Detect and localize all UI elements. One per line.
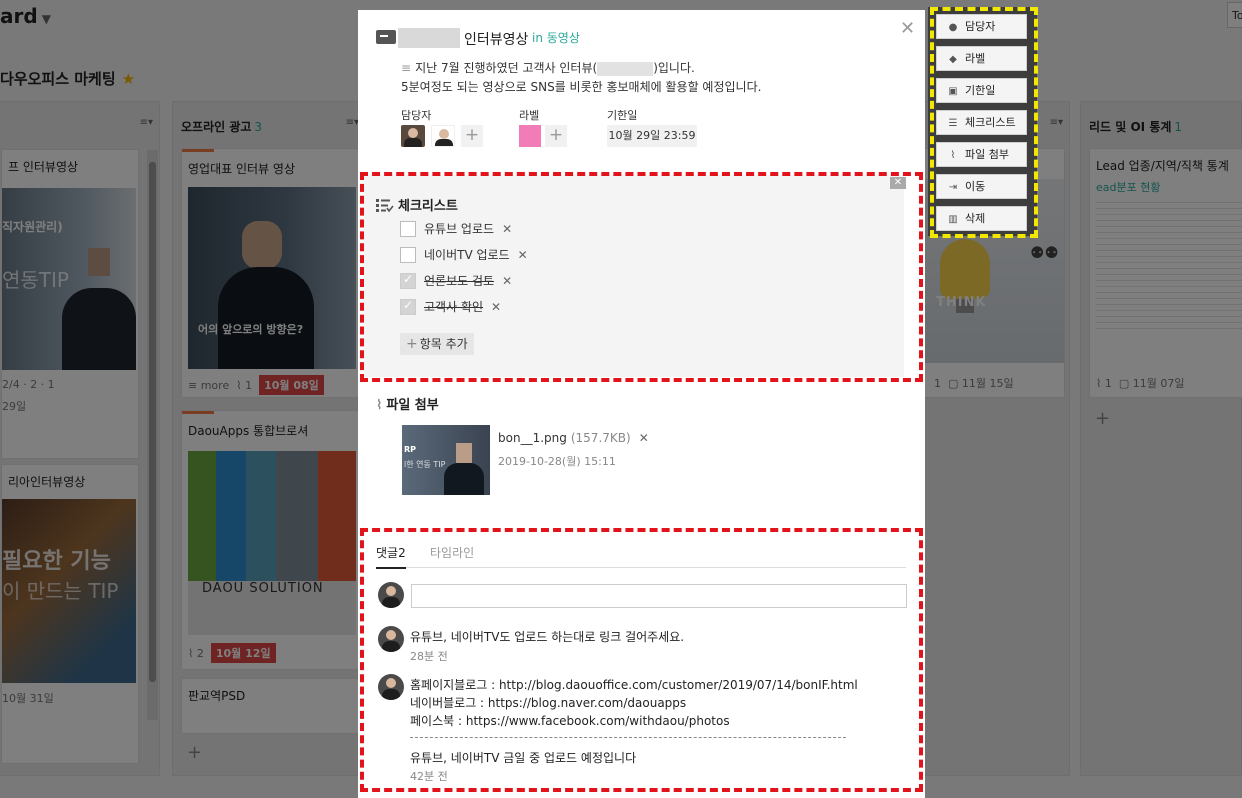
attachment-date: 2019-10-28(월) 15:11 (498, 455, 616, 468)
assignee-label: 담당자 (401, 109, 432, 122)
add-label-button[interactable]: + (545, 125, 567, 147)
description-icon: ≡ (401, 61, 412, 75)
attachment-thumbnail[interactable]: RP l한 연동 TIP (402, 425, 490, 495)
add-assignee-button[interactable]: + (461, 125, 483, 147)
card-description[interactable]: ≡ 지난 7월 진행하였던 고객사 인터뷰()입니다. (401, 59, 695, 76)
delete-icon[interactable]: ✕ (639, 431, 649, 445)
avatar[interactable] (431, 125, 455, 147)
close-icon[interactable]: ✕ (900, 18, 915, 39)
highlight-frame-actions (930, 7, 1038, 238)
highlight-frame-checklist (360, 172, 923, 382)
paperclip-icon: ⌇ (376, 398, 383, 413)
due-date-button[interactable]: 10월 29일 23:59 (607, 125, 697, 147)
card-title[interactable]: 인터뷰영상 (464, 29, 528, 49)
attachment-title: ⌇ 파일 첨부 (376, 398, 439, 413)
label-swatch[interactable] (519, 125, 541, 147)
redacted-title-part (398, 28, 460, 48)
due-label: 기한일 (607, 109, 638, 122)
avatar[interactable] (401, 125, 425, 147)
card-type-icon (376, 30, 396, 44)
redacted-text (597, 61, 654, 76)
card-description-line2: 5분여정도 되는 영상으로 SNS를 비롯한 홍보매체에 활용할 예정입니다. (401, 80, 762, 94)
card-list-link[interactable]: in 동영상 (532, 29, 580, 46)
attachment-file[interactable]: bon__1.png (157.7KB) ✕ (498, 431, 649, 445)
label-label: 라벨 (519, 109, 540, 122)
highlight-frame-comments (360, 528, 923, 792)
